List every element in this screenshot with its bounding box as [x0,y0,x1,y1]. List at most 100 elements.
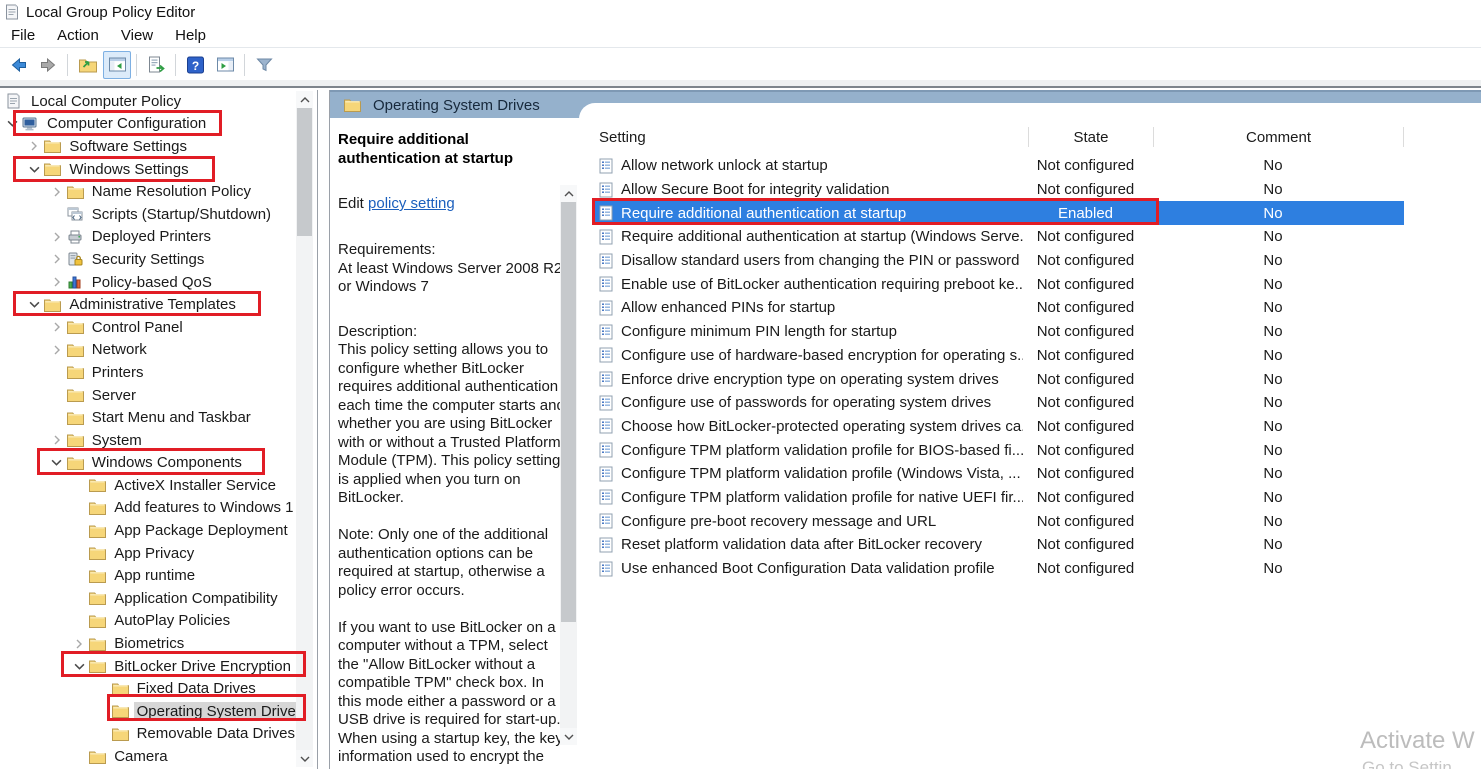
chevron-right-icon[interactable] [47,339,67,361]
chevron-right-icon[interactable] [47,271,67,293]
tree-item-policy-based-qos[interactable]: Policy-based QoS [0,271,317,294]
show-console-tree-button[interactable] [103,51,131,79]
export-list-button[interactable] [142,51,170,79]
export-list-icon [146,55,167,75]
edit-policy-setting: Edit policy setting [338,194,579,213]
menu-action[interactable]: Action [46,27,110,44]
scrollbar-thumb[interactable] [297,108,312,236]
help-button[interactable]: ? [181,51,209,79]
tree-item-windows-components[interactable]: Windows Components [0,452,317,475]
tree-item-name-resolution-policy[interactable]: Name Resolution Policy [0,180,317,203]
tree-item-autoplay-policies[interactable]: AutoPlay Policies [0,610,317,633]
setting-comment: No [1148,252,1398,269]
tree-item-application-compatibility[interactable]: Application Compatibility [0,587,317,610]
tree-item-security-settings[interactable]: Security Settings [0,248,317,271]
tree-item-app-privacy[interactable]: App Privacy [0,542,317,565]
tree-item-label: Software Settings [66,137,190,156]
tree-scrollbar[interactable] [296,91,313,767]
tree-item-app-runtime[interactable]: App runtime [0,564,317,587]
chevron-down-icon[interactable] [24,158,44,180]
back-button[interactable] [4,51,32,79]
policy-row-configure-pre-boot-recovery-message-and-[interactable]: Configure pre-boot recovery message and … [593,509,1404,533]
setting-state: Not configured [1023,347,1148,364]
chevron-down-icon[interactable] [24,294,44,316]
tree-item-network[interactable]: Network [0,339,317,362]
scroll-up-icon[interactable] [560,185,577,202]
chevron-down-icon[interactable] [69,655,89,677]
tree-item-control-panel[interactable]: Control Panel [0,316,317,339]
details-scrollbar[interactable] [560,185,577,745]
up-one-level-button[interactable] [73,51,101,79]
policy-row-enable-use-of-bitlocker-authentication-r[interactable]: Enable use of BitLocker authentication r… [593,272,1404,296]
tree-item-server[interactable]: Server [0,384,317,407]
policy-row-reset-platform-validation-data-after-bit[interactable]: Reset platform validation data after Bit… [593,533,1404,557]
tree-item-software-settings[interactable]: Software Settings [0,135,317,158]
tree-item-computer-configuration[interactable]: Computer Configuration [0,113,317,136]
chevron-right-icon[interactable] [69,633,89,655]
tree-item-scripts-startup-shutdown[interactable]: Scripts (Startup/Shutdown) [0,203,317,226]
tree-item-biometrics[interactable]: Biometrics [0,632,317,655]
tree-item-printers[interactable]: Printers [0,361,317,384]
chevron-right-icon[interactable] [47,181,67,203]
policy-row-configure-tpm-platform-validation-profil[interactable]: Configure TPM platform validation profil… [593,438,1404,462]
column-header-state[interactable]: State [1029,127,1154,147]
filter-button[interactable] [250,51,278,79]
expander-spacer [92,700,112,722]
tree-item-system[interactable]: System [0,429,317,452]
scroll-up-icon[interactable] [296,91,313,108]
chevron-down-icon[interactable] [2,113,22,135]
tree-item-app-package-deployment[interactable]: App Package Deployment [0,519,317,542]
tree-item-windows-settings[interactable]: Windows Settings [0,158,317,181]
tree-item-activex-installer-service[interactable]: ActiveX Installer Service [0,474,317,497]
chevron-right-icon[interactable] [47,316,67,338]
policy-row-configure-use-of-hardware-based-encrypti[interactable]: Configure use of hardware-based encrypti… [593,344,1404,368]
tree-item-local-computer-policy[interactable]: Local Computer Policy [0,90,317,113]
scrollbar-track[interactable] [560,202,577,728]
policy-row-require-additional-authentication-at-sta[interactable]: Require additional authentication at sta… [593,225,1404,249]
tree-item-label: Printers [89,363,147,382]
menu-file[interactable]: File [0,27,46,44]
chevron-right-icon[interactable] [47,248,67,270]
tree-item-operating-system-drive[interactable]: Operating System Drive [0,700,317,723]
tree-item-camera[interactable]: Camera [0,745,317,768]
tree-item-add-features-to-windows-1[interactable]: Add features to Windows 1 [0,497,317,520]
policy-row-configure-use-of-passwords-for-operating[interactable]: Configure use of passwords for operating… [593,391,1404,415]
policy-row-configure-minimum-pin-length-for-startup[interactable]: Configure minimum PIN length for startup… [593,320,1404,344]
column-header-setting[interactable]: Setting [579,127,1029,147]
policy-row-configure-tpm-platform-validation-profil[interactable]: Configure TPM platform validation profil… [593,462,1404,486]
folder-icon [89,659,108,673]
scrollbar-thumb[interactable] [561,202,576,622]
policy-setting-icon [599,489,615,505]
show-action-pane-button[interactable] [211,51,239,79]
forward-button[interactable] [34,51,62,79]
menu-help[interactable]: Help [164,27,217,44]
policy-row-require-additional-authentication-at-sta[interactable]: Require additional authentication at sta… [593,201,1404,225]
policy-row-allow-enhanced-pins-for-startup[interactable]: Allow enhanced PINs for startupNot confi… [593,296,1404,320]
scroll-down-icon[interactable] [296,750,313,767]
column-header-comment[interactable]: Comment [1154,127,1404,147]
policy-row-allow-secure-boot-for-integrity-validati[interactable]: Allow Secure Boot for integrity validati… [593,178,1404,202]
policy-row-allow-network-unlock-at-startup[interactable]: Allow network unlock at startupNot confi… [593,154,1404,178]
tree-item-bitlocker-drive-encryption[interactable]: BitLocker Drive Encryption [0,655,317,678]
policy-row-use-enhanced-boot-configuration-data-val[interactable]: Use enhanced Boot Configuration Data val… [593,557,1404,581]
chevron-down-icon[interactable] [47,452,67,474]
scroll-down-icon[interactable] [560,728,577,745]
tree-item-administrative-templates[interactable]: Administrative Templates [0,293,317,316]
tree-item-start-menu-and-taskbar[interactable]: Start Menu and Taskbar [0,406,317,429]
policy-row-enforce-drive-encryption-type-on-operati[interactable]: Enforce drive encryption type on operati… [593,367,1404,391]
chevron-right-icon[interactable] [47,226,67,248]
tree-item-fixed-data-drives[interactable]: Fixed Data Drives [0,677,317,700]
menu-bar: FileActionViewHelp [0,24,1481,48]
menu-view[interactable]: View [110,27,164,44]
policy-row-choose-how-bitlocker-protected-operating[interactable]: Choose how BitLocker-protected operating… [593,415,1404,439]
security-icon [67,251,86,267]
tree-item-removable-data-drives[interactable]: Removable Data Drives [0,723,317,746]
edit-policy-setting-link[interactable]: policy setting [368,195,455,212]
chevron-right-icon[interactable] [47,429,67,451]
tree-item-deployed-printers[interactable]: Deployed Printers [0,226,317,249]
chevron-right-icon[interactable] [24,135,44,157]
policy-row-configure-tpm-platform-validation-profil[interactable]: Configure TPM platform validation profil… [593,486,1404,510]
scrollbar-track[interactable] [296,108,313,750]
setting-state: Not configured [1023,560,1148,577]
policy-row-disallow-standard-users-from-changing-th[interactable]: Disallow standard users from changing th… [593,249,1404,273]
